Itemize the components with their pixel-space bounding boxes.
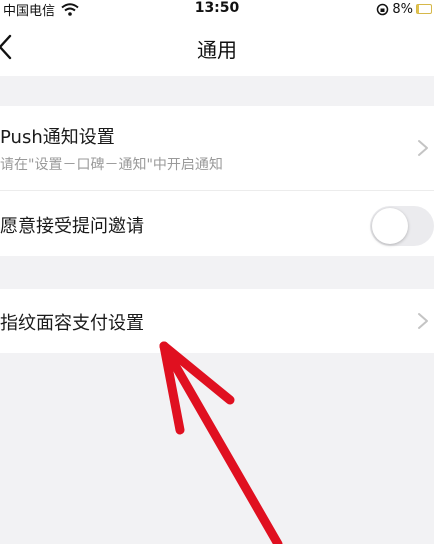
biometric-pay-title: 指纹面容支付设置 bbox=[0, 313, 144, 334]
orientation-lock-icon bbox=[377, 3, 389, 15]
battery-percent: 8% bbox=[392, 1, 413, 17]
accept-question-invite-row: 愿意接受提问邀请 bbox=[0, 191, 434, 256]
chevron-right-icon bbox=[418, 313, 428, 329]
status-right: 8% bbox=[376, 0, 432, 18]
status-time: 13:50 bbox=[194, 0, 240, 16]
biometric-payment-settings-row[interactable]: 指纹面容支付设置 bbox=[0, 289, 434, 353]
nav-bar: 通用 bbox=[0, 18, 434, 76]
push-notification-settings-row[interactable]: Push通知设置 请在"设置－口碑－通知"中开启通知 bbox=[0, 106, 434, 190]
battery-icon bbox=[416, 4, 432, 14]
annotation-arrow bbox=[159, 341, 283, 544]
push-settings-hint: 请在"设置－口碑－通知"中开启通知 bbox=[0, 157, 223, 173]
page-title: 通用 bbox=[197, 38, 237, 62]
toggle-knob bbox=[372, 208, 408, 244]
push-settings-title: Push通知设置 bbox=[0, 127, 115, 148]
accept-invite-label: 愿意接受提问邀请 bbox=[0, 216, 144, 237]
chevron-right-icon bbox=[418, 140, 428, 156]
accept-invite-toggle[interactable] bbox=[370, 206, 434, 246]
status-bar: 中国电信 13:50 8% bbox=[0, 0, 434, 19]
